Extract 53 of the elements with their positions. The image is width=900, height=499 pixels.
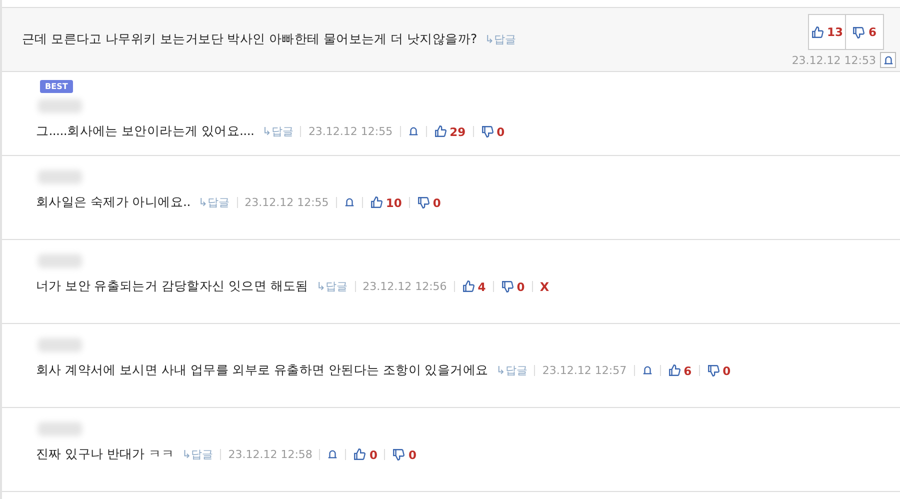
report-button[interactable]	[344, 197, 355, 208]
timestamp: 23.12.12 12:55	[244, 196, 329, 209]
dislike-button[interactable]: 0	[500, 280, 525, 294]
timestamp: 23.12.12 12:58	[228, 448, 312, 461]
timestamp: 23.12.12 12:53	[792, 54, 876, 66]
thumbs-down-icon	[416, 196, 430, 209]
thumbs-up-icon	[434, 125, 447, 138]
thumbs-down-icon	[852, 26, 866, 38]
dislike-button[interactable]: 6	[846, 14, 884, 50]
thumbs-down-icon	[392, 448, 406, 461]
bell-icon	[642, 365, 653, 376]
bell-icon	[327, 449, 338, 460]
report-button[interactable]	[327, 449, 338, 460]
comment-text: 회사일은 숙제가 아니에요..	[36, 194, 190, 211]
dislike-button[interactable]: 0	[480, 124, 505, 138]
delete-button[interactable]: X	[540, 280, 550, 294]
like-button[interactable]: 4	[462, 280, 486, 294]
dislike-button[interactable]: 0	[706, 364, 731, 378]
comment-text: 진짜 있구나 반대가 ㅋㅋ	[36, 446, 174, 463]
comment-text: 근데 모른다고 나무위키 보는거보단 박사인 아빠한테 물어보는게 더 낫지않을까?	[22, 31, 477, 48]
timestamp: 23.12.12 12:55	[308, 125, 393, 138]
like-button[interactable]: 6	[668, 364, 692, 378]
thumbs-up-icon	[353, 448, 366, 461]
like-button[interactable]: 29	[434, 124, 466, 138]
comment-text: 그.....회사에는 보안이라는게 있어요....	[36, 123, 254, 140]
like-button[interactable]: 10	[370, 196, 402, 210]
thumbs-down-icon	[706, 364, 720, 377]
report-button[interactable]	[880, 52, 896, 68]
dislike-button[interactable]: 0	[416, 196, 441, 210]
comment-text: 너가 보안 유출되는거 감당할자신 잇으면 해도됨	[36, 278, 308, 295]
blurred-username	[38, 254, 82, 268]
bell-icon	[344, 197, 355, 208]
bell-icon	[408, 126, 419, 137]
dislike-button[interactable]: 0	[392, 448, 416, 462]
blurred-username	[38, 99, 82, 113]
bell-icon	[882, 54, 894, 66]
comment-text: 회사 계약서에 보시면 사내 업무를 외부로 유출하면 안된다는 조항이 있을거에요	[36, 362, 488, 379]
thumbs-up-icon	[810, 26, 824, 38]
blurred-username	[38, 338, 82, 352]
thumbs-up-icon	[668, 364, 681, 377]
thumbs-down-icon	[500, 280, 514, 293]
report-button[interactable]	[642, 365, 653, 376]
like-button[interactable]: 13	[808, 14, 846, 50]
blurred-username	[38, 170, 82, 184]
blurred-username	[38, 422, 82, 436]
thumbs-down-icon	[480, 125, 494, 138]
best-badge: BEST	[40, 80, 73, 93]
thumbs-up-icon	[462, 280, 475, 293]
report-button[interactable]	[408, 126, 419, 137]
like-button[interactable]: 0	[353, 448, 378, 462]
timestamp: 23.12.12 12:56	[362, 280, 447, 293]
thumbs-up-icon	[370, 196, 383, 209]
timestamp: 23.12.12 12:57	[542, 364, 627, 377]
